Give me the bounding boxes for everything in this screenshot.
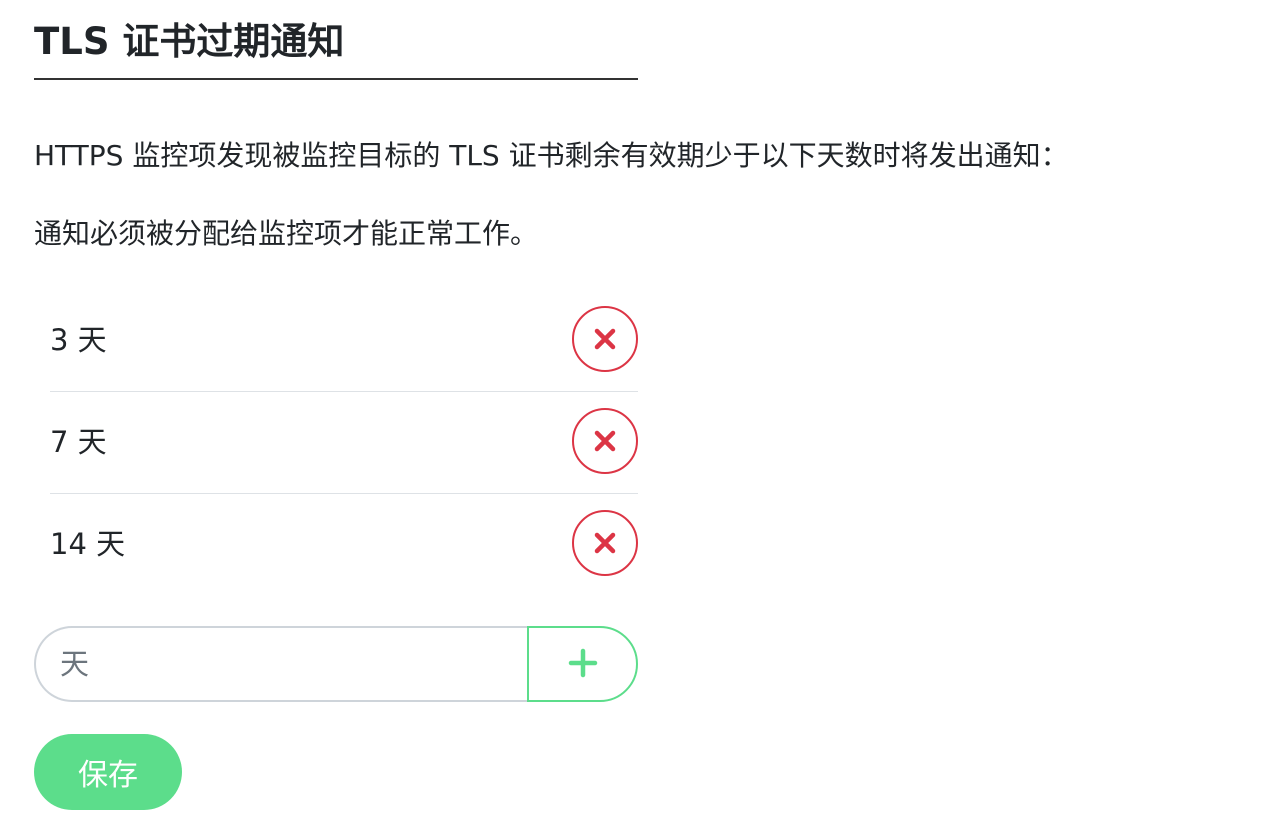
close-icon — [593, 531, 617, 555]
expiry-days-list: 3 天 7 天 14 天 — [50, 290, 638, 595]
save-button[interactable]: 保存 — [34, 734, 182, 810]
add-day-form — [34, 626, 638, 702]
expiry-day-label: 14 天 — [50, 527, 126, 561]
expiry-day-item: 7 天 — [50, 392, 638, 494]
description-text: HTTPS 监控项发现被监控目标的 TLS 证书剩余有效期少于以下天数时将发出通… — [34, 139, 1069, 172]
title-divider — [34, 78, 638, 80]
expiry-day-label: 7 天 — [50, 425, 107, 459]
notification-hint-text: 通知必须被分配给监控项才能正常工作。 — [34, 217, 539, 250]
expiry-day-item: 3 天 — [50, 290, 638, 392]
add-day-button[interactable] — [527, 626, 638, 702]
close-icon — [593, 327, 617, 351]
remove-day-button[interactable] — [572, 408, 638, 474]
expiry-day-label: 3 天 — [50, 323, 107, 357]
days-input[interactable] — [34, 626, 527, 702]
remove-day-button[interactable] — [572, 306, 638, 372]
page-title: TLS 证书过期通知 — [34, 20, 345, 63]
expiry-day-item: 14 天 — [50, 494, 638, 595]
plus-icon — [568, 648, 598, 681]
close-icon — [593, 429, 617, 453]
remove-day-button[interactable] — [572, 510, 638, 576]
